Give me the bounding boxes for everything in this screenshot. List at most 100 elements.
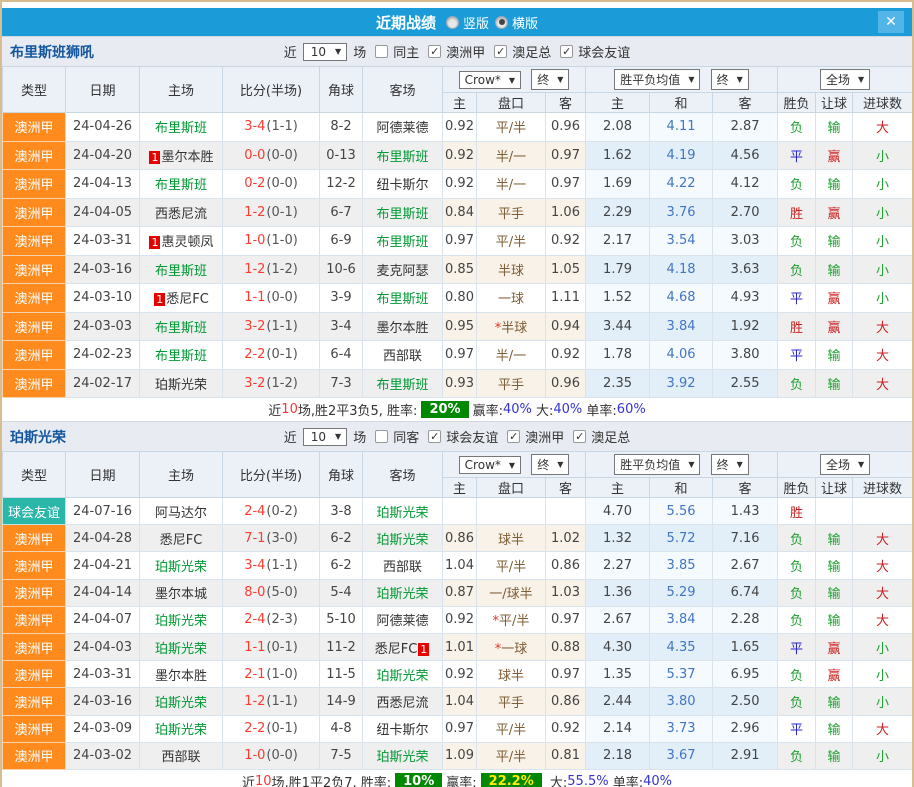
col-header-avg-home: 主 — [586, 93, 650, 113]
cell-away-team: 布里斯班 — [363, 141, 443, 170]
cell-odds-home: 0.92 — [443, 141, 477, 170]
team-name: 纽卡斯尔 — [376, 723, 428, 738]
handicap-text: 平手 — [498, 207, 524, 222]
fulltime-score: 1-0 — [244, 748, 265, 763]
checkbox-friendly[interactable] — [560, 45, 573, 58]
cell-date: 24-04-07 — [66, 606, 140, 633]
cell-result: 胜 — [778, 312, 816, 341]
cell-goals-result: 大 — [853, 525, 913, 552]
cell-corners: 8-2 — [320, 113, 363, 142]
cell-goals-result: 小 — [853, 661, 913, 688]
checkbox-friendly[interactable] — [428, 430, 441, 443]
scope-dropdown[interactable]: 全场▼ — [820, 454, 870, 475]
cell-avg-home: 1.52 — [586, 284, 650, 313]
cell-away-team: 纽卡斯尔 — [363, 715, 443, 742]
cell-corners: 4-8 — [320, 715, 363, 742]
chevron-down-icon: ▼ — [509, 76, 515, 85]
checkbox-a-league[interactable] — [507, 430, 520, 443]
summary-segment: 55.5% — [567, 774, 608, 787]
team-name: 悉尼FC — [166, 292, 209, 307]
match-count-select[interactable]: 10 ▼ — [303, 43, 347, 61]
cell-home-team: 西悉尼流 — [140, 198, 223, 227]
match-row: 澳洲甲24-04-05西悉尼流1-2(0-1)6-7布里斯班0.84平手1.06… — [3, 198, 913, 227]
col-header-handicap: 盘口 — [477, 478, 546, 498]
cell-result: 平 — [778, 715, 816, 742]
team-name: 阿德莱德 — [376, 121, 428, 136]
cell-corners: 11-2 — [320, 633, 363, 660]
cell-avg-away: 4.93 — [713, 284, 778, 313]
cell-goals-result: 小 — [853, 170, 913, 199]
radio-icon[interactable] — [446, 16, 459, 29]
cell-handicap-result: 输 — [816, 227, 853, 256]
rank-badge: 1 — [149, 151, 160, 164]
checkbox-label: 球会友谊 — [446, 427, 498, 446]
odds-company-dropdown[interactable]: Crow*▼ — [459, 456, 521, 474]
team-name: 珀斯光荣 — [155, 696, 207, 711]
cell-odds-home: 0.92 — [443, 661, 477, 688]
checkbox-ffa-cup[interactable] — [573, 430, 586, 443]
cell-handicap: 平手 — [477, 688, 546, 715]
team-name: 麦克阿瑟 — [376, 264, 428, 279]
fulltime-score: 1-2 — [244, 694, 265, 709]
avg-final-dropdown[interactable]: 终▼ — [711, 454, 749, 475]
radio-horizontal-layout[interactable]: 横版 — [495, 13, 538, 32]
cell-goals-result: 小 — [853, 633, 913, 660]
cell-handicap: 平手 — [477, 198, 546, 227]
fulltime-score: 1-2 — [244, 205, 265, 220]
halftime-score: (1-2) — [266, 376, 297, 391]
cell-avg-away: 2.67 — [713, 552, 778, 579]
cell-score: 1-0(0-0) — [223, 742, 320, 769]
radio-icon[interactable] — [495, 16, 508, 29]
rank-badge: 1 — [149, 236, 160, 249]
match-row: 澳洲甲24-03-02西部联1-0(0-0)7-5珀斯光荣1.09平/半0.81… — [3, 742, 913, 769]
chevron-down-icon: ▼ — [557, 460, 563, 469]
fulltime-score: 8-0 — [244, 585, 265, 600]
cell-odds-away: 0.92 — [546, 227, 586, 256]
checkbox-same-home[interactable] — [375, 45, 388, 58]
avg-group-header: 胜平负均值▼ 终▼ — [586, 452, 778, 478]
odds-final-dropdown[interactable]: 终▼ — [531, 69, 569, 90]
fulltime-score: 1-1 — [244, 290, 265, 305]
col-header-score: 比分(半场) — [223, 452, 320, 498]
cell-date: 24-04-26 — [66, 113, 140, 142]
cell-handicap-result: 输 — [816, 606, 853, 633]
odds-final-dropdown[interactable]: 终▼ — [531, 454, 569, 475]
cell-score: 3-2(1-1) — [223, 312, 320, 341]
results-table: 类型 日期 主场 比分(半场) 角球 客场 Crow*▼ 终▼ 胜平负均值▼ 终… — [2, 451, 913, 770]
col-header-home: 主场 — [140, 67, 223, 113]
cell-result: 负 — [778, 113, 816, 142]
col-header-avg-home: 主 — [586, 478, 650, 498]
close-icon[interactable]: ✕ — [878, 11, 904, 33]
chevron-down-icon: ▼ — [335, 432, 341, 441]
avg-dropdown[interactable]: 胜平负均值▼ — [614, 69, 700, 90]
cell-avg-home: 2.18 — [586, 742, 650, 769]
match-count-select[interactable]: 10 ▼ — [303, 428, 347, 446]
cell-avg-away: 1.65 — [713, 633, 778, 660]
cell-avg-draw: 5.29 — [650, 579, 713, 606]
handicap-text: 半/一 — [496, 178, 526, 193]
team-filter-bar-brisbane: 布里斯班狮吼 近 10 ▼ 场 同主 澳洲甲 澳足总 球会友谊 — [2, 36, 912, 66]
avg-final-dropdown[interactable]: 终▼ — [711, 69, 749, 90]
fulltime-score: 3-2 — [244, 376, 265, 391]
col-header-type: 类型 — [3, 67, 66, 113]
checkbox-same-away[interactable] — [375, 430, 388, 443]
scope-dropdown[interactable]: 全场▼ — [820, 69, 870, 90]
cell-score: 2-4(2-3) — [223, 606, 320, 633]
chevron-down-icon: ▼ — [509, 461, 515, 470]
cell-avg-away: 3.03 — [713, 227, 778, 256]
halftime-score: (1-1) — [266, 558, 297, 573]
radio-vertical-layout[interactable]: 竖版 — [446, 13, 489, 32]
checkbox-ffa-cup[interactable] — [494, 45, 507, 58]
team-name: 纽卡斯尔 — [376, 178, 428, 193]
col-header-avg-draw: 和 — [650, 478, 713, 498]
cell-home-team: 墨尔本胜 — [140, 661, 223, 688]
cell-handicap-result: 输 — [816, 170, 853, 199]
checkbox-a-league[interactable] — [428, 45, 441, 58]
titlebar: 近期战绩 竖版 横版 ✕ — [2, 8, 912, 36]
cell-result: 负 — [778, 227, 816, 256]
avg-dropdown[interactable]: 胜平负均值▼ — [614, 454, 700, 475]
cell-score: 7-1(3-0) — [223, 525, 320, 552]
cell-handicap: 一/球半 — [477, 579, 546, 606]
odds-company-dropdown[interactable]: Crow*▼ — [459, 71, 521, 89]
cell-home-team: 墨尔本城 — [140, 579, 223, 606]
